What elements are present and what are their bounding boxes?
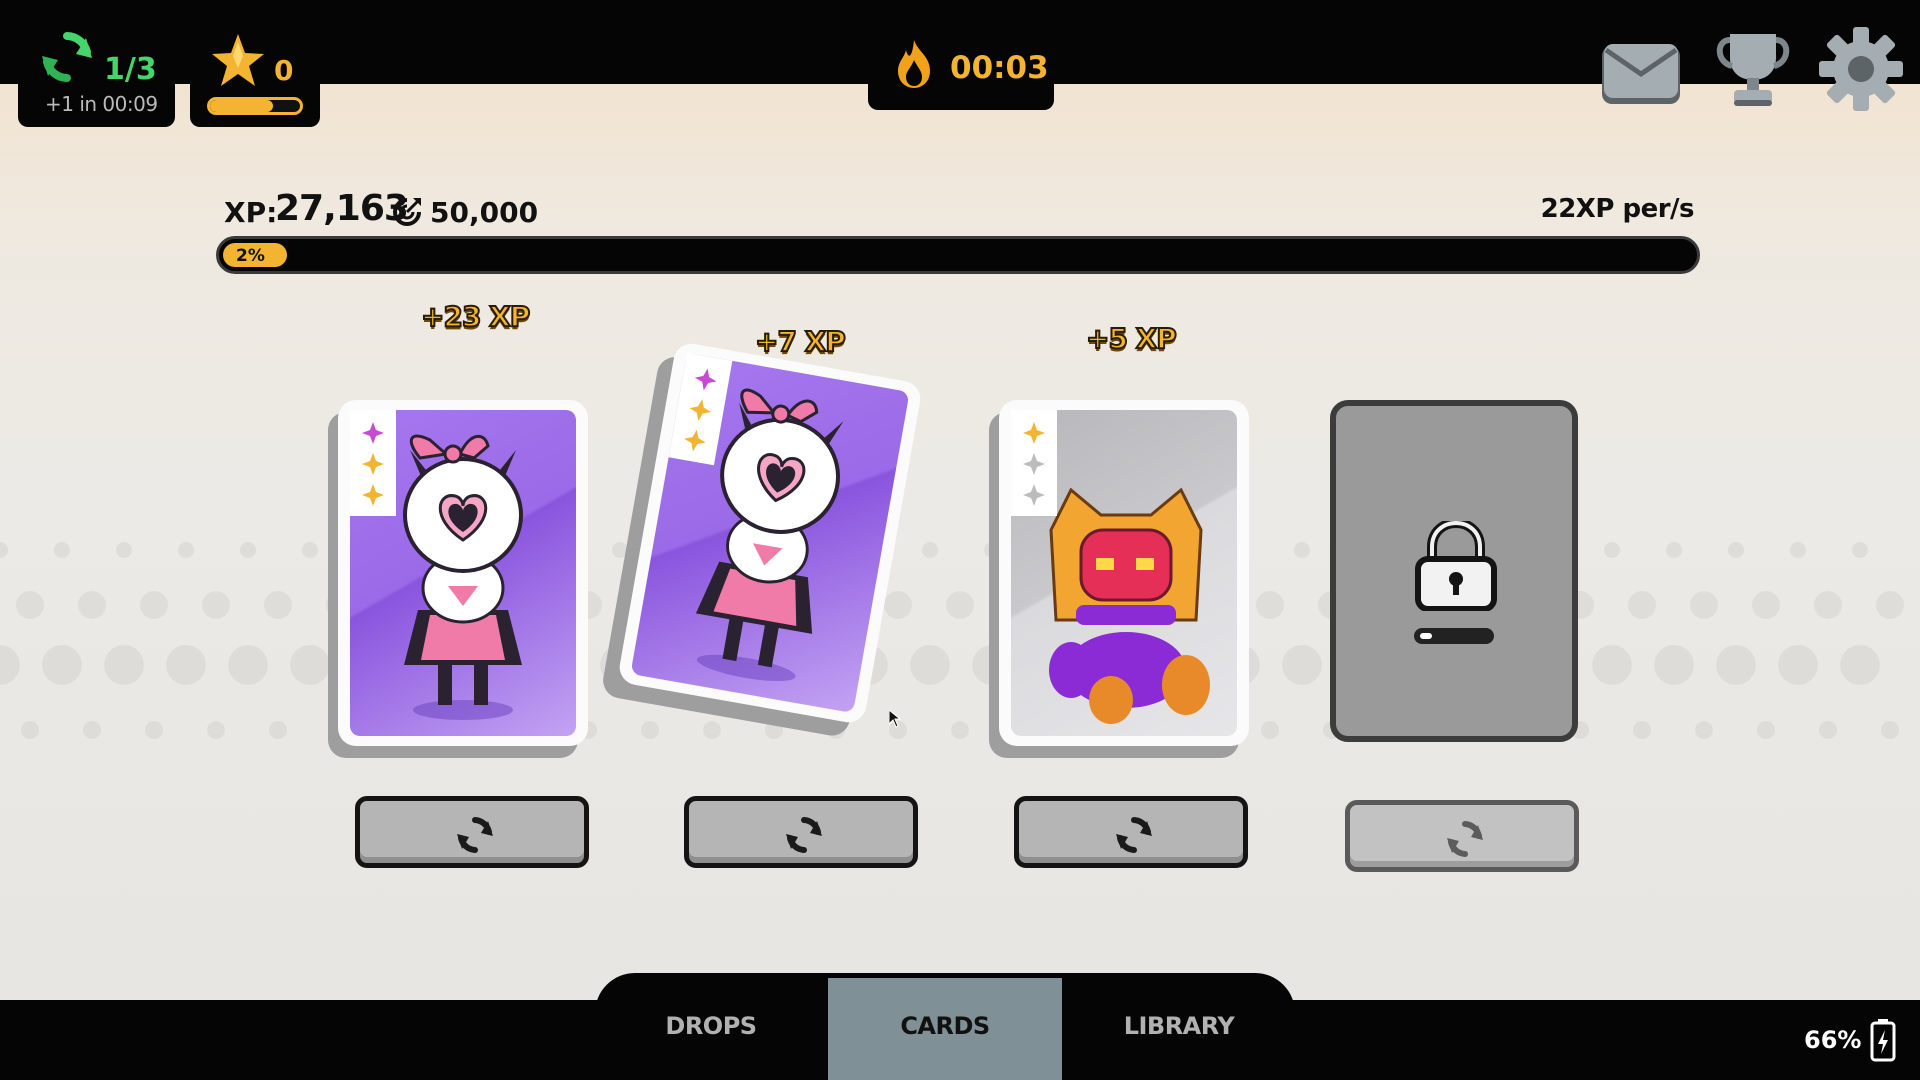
goal-icon	[393, 198, 421, 226]
reroll-button-disabled[interactable]	[1345, 800, 1579, 872]
tab-cards[interactable]: CARDS	[828, 978, 1062, 1080]
xp-goal: 50,000	[430, 196, 539, 229]
xp-percent-label: 2%	[236, 246, 265, 266]
battery-level: 66%	[1804, 1026, 1862, 1054]
cat-girl-illustration	[684, 385, 854, 691]
turns-count: 1/3	[104, 52, 157, 87]
battery-icon	[1870, 1019, 1896, 1062]
timer-panel: 00:03	[868, 0, 1054, 110]
refresh-icon	[1445, 819, 1485, 859]
turns-panel: 1/3 +1 in 00:09	[18, 0, 175, 127]
xp-popup: +5 XP	[1085, 321, 1178, 356]
mail-icon[interactable]	[1600, 42, 1682, 106]
mouse-cursor-icon	[889, 710, 901, 728]
stars-progress-fill	[210, 100, 273, 112]
rarity-star-icon	[362, 484, 384, 506]
xp-value: 27,163	[275, 188, 409, 229]
refresh-icon	[1114, 815, 1154, 855]
tab-library[interactable]: LIBRARY	[1062, 978, 1296, 1080]
reroll-button[interactable]	[1014, 796, 1248, 868]
rarity-strip	[1011, 410, 1057, 516]
dot-pattern	[0, 542, 1904, 739]
xp-popup: +7 XP	[754, 324, 847, 359]
refresh-icon	[455, 815, 495, 855]
rarity-star-icon	[1023, 422, 1045, 444]
xp-label: XP:	[224, 196, 278, 229]
stars-panel: 0	[190, 0, 320, 127]
rarity-star-icon	[684, 429, 706, 452]
rarity-star-icon	[362, 453, 384, 475]
refresh-icon	[42, 32, 92, 82]
reroll-button[interactable]	[684, 796, 918, 868]
card-art	[630, 352, 910, 714]
xp-rate: 22XP per/s	[1540, 194, 1695, 224]
stars-count: 0	[274, 54, 294, 87]
gear-icon[interactable]	[1818, 26, 1904, 112]
timer-text: 00:03	[950, 50, 1049, 86]
tab-drops[interactable]: DROPS	[594, 978, 828, 1080]
card-slot-3[interactable]	[999, 400, 1249, 746]
rarity-star-icon	[1023, 453, 1045, 475]
star-icon	[212, 34, 264, 86]
card-slot-1[interactable]	[338, 400, 588, 746]
turns-refill-timer: +1 in 00:09	[45, 92, 158, 116]
rarity-star-icon	[1023, 484, 1045, 506]
rarity-strip	[350, 410, 396, 516]
trophy-icon[interactable]	[1712, 28, 1794, 110]
xp-progress-bar: 2%	[216, 236, 1700, 274]
lock-icon	[1415, 521, 1497, 611]
reroll-button[interactable]	[355, 796, 589, 868]
lock-progress-bar	[1414, 628, 1494, 644]
rarity-star-icon	[362, 422, 384, 444]
locked-card-slot	[1330, 400, 1578, 742]
rarity-star-icon	[689, 399, 712, 421]
xp-popup: +23 XP	[420, 299, 531, 334]
refresh-icon	[784, 815, 824, 855]
flame-icon	[898, 40, 930, 88]
stars-progress-bar	[207, 97, 303, 115]
rarity-star-icon	[694, 368, 717, 391]
